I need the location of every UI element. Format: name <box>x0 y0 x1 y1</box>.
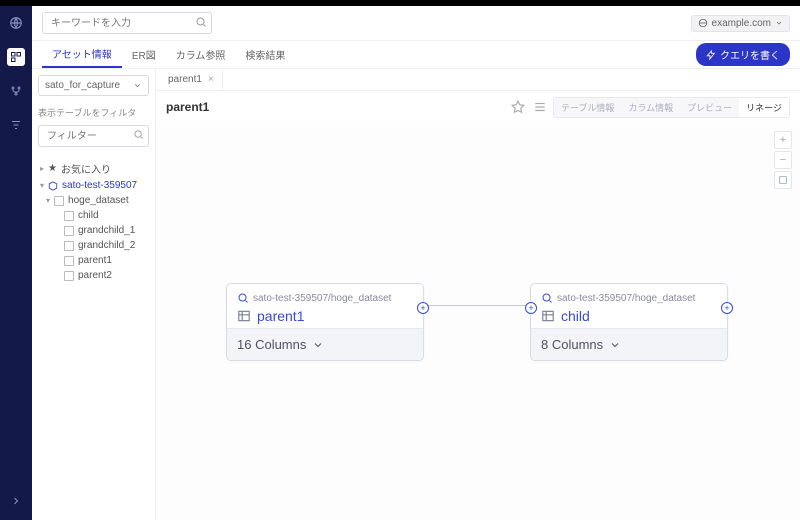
side-panel: sato_for_capture 表示テーブルをフィルタ ▸ ★ お気に入り <box>32 69 156 520</box>
tree-table[interactable]: parent2 <box>38 268 149 283</box>
nav-branch-icon[interactable] <box>7 82 25 100</box>
tree-dataset[interactable]: ▾ hoge_dataset <box>38 193 149 208</box>
tree-table[interactable]: grandchild_2 <box>38 238 149 253</box>
chevron-down-icon <box>312 339 324 351</box>
write-query-button[interactable]: クエリを書く <box>696 43 790 66</box>
tab-search-results[interactable]: 検索結果 <box>235 41 295 68</box>
tree-favorites[interactable]: ▸ ★ お気に入り <box>38 159 149 178</box>
lineage-node-child[interactable]: sato-test-359507/hoge_dataset child 8 Co… <box>530 283 728 361</box>
list-icon[interactable] <box>531 98 549 116</box>
cube-icon <box>48 181 58 191</box>
search-icon <box>237 292 249 304</box>
lineage-node-parent1[interactable]: sato-test-359507/hoge_dataset parent1 16… <box>226 283 424 361</box>
content-header: parent1 テーブル情報 カラム情報 プレビュー <box>156 91 800 123</box>
content-area: parent1 × parent1 <box>156 69 800 520</box>
table-icon <box>64 211 74 221</box>
zoom-controls: + − <box>774 131 792 189</box>
table-icon <box>64 256 74 266</box>
caret-right-icon: ▸ <box>40 164 44 173</box>
search-icon[interactable] <box>195 16 207 28</box>
star-icon[interactable] <box>509 98 527 116</box>
lineage-canvas[interactable]: + − sato-test-359507/hoge_dataset <box>156 123 800 520</box>
header-bar: example.com <box>32 6 800 41</box>
nav-filter-icon[interactable] <box>7 116 25 134</box>
table-icon <box>237 309 251 323</box>
seg-table-info[interactable]: テーブル情報 <box>554 98 621 117</box>
tab-column-ref[interactable]: カラム参照 <box>166 41 236 68</box>
user-domain-label: example.com <box>712 18 771 29</box>
zoom-fit-button[interactable] <box>774 171 792 189</box>
file-tabs: parent1 × <box>156 69 800 91</box>
nav-collapse-icon[interactable] <box>7 492 25 510</box>
zoom-out-button[interactable]: − <box>774 151 792 169</box>
close-icon[interactable]: × <box>208 74 214 85</box>
tree-project[interactable]: ▾ sato-test-359507 <box>38 178 149 193</box>
table-icon <box>541 309 555 323</box>
node-port-in[interactable]: + <box>525 302 537 314</box>
table-icon <box>64 226 74 236</box>
nav-data-icon[interactable] <box>7 48 25 66</box>
node-columns-toggle[interactable]: 8 Columns <box>531 328 727 360</box>
seg-column-info[interactable]: カラム情報 <box>621 98 680 117</box>
project-selector[interactable]: sato_for_capture <box>38 75 149 96</box>
tab-er[interactable]: ER図 <box>122 41 166 68</box>
chevron-down-icon <box>775 19 783 27</box>
user-domain-chip[interactable]: example.com <box>691 15 790 32</box>
table-icon <box>64 271 74 281</box>
tree-table[interactable]: grandchild_1 <box>38 223 149 238</box>
chevron-down-icon <box>133 81 142 90</box>
search-input[interactable] <box>42 12 212 34</box>
seg-preview[interactable]: プレビュー <box>680 98 739 117</box>
table-icon <box>64 241 74 251</box>
dataset-icon <box>54 196 64 206</box>
zoom-in-button[interactable]: + <box>774 131 792 149</box>
main-tabs: アセット情報 ER図 カラム参照 検索結果 クエリを書く <box>32 41 800 69</box>
global-search <box>42 12 212 34</box>
left-icon-rail <box>0 6 32 520</box>
node-columns-toggle[interactable]: 16 Columns <box>227 328 423 360</box>
tree-table[interactable]: parent1 <box>38 253 149 268</box>
page-title: parent1 <box>166 100 209 114</box>
logo-icon[interactable] <box>7 14 25 32</box>
lightning-icon <box>706 50 716 60</box>
tab-asset-info[interactable]: アセット情報 <box>42 41 122 68</box>
node-port-out[interactable]: + <box>417 302 429 314</box>
filter-label: 表示テーブルをフィルタ <box>38 106 149 119</box>
lineage-edge <box>423 305 530 306</box>
tree: ▸ ★ お気に入り ▾ sato-test-359507 ▾ hoge_data… <box>38 159 149 283</box>
caret-down-icon: ▾ <box>46 196 50 205</box>
node-port-out[interactable]: + <box>721 302 733 314</box>
search-icon[interactable] <box>133 129 144 140</box>
caret-down-icon: ▾ <box>40 181 44 190</box>
search-icon <box>541 292 553 304</box>
view-segment: テーブル情報 カラム情報 プレビュー リネージ <box>553 97 790 118</box>
seg-lineage[interactable]: リネージ <box>739 98 789 117</box>
chevron-down-icon <box>609 339 621 351</box>
tree-table[interactable]: child <box>38 208 149 223</box>
file-tab[interactable]: parent1 × <box>160 69 223 90</box>
globe-icon <box>698 18 708 28</box>
